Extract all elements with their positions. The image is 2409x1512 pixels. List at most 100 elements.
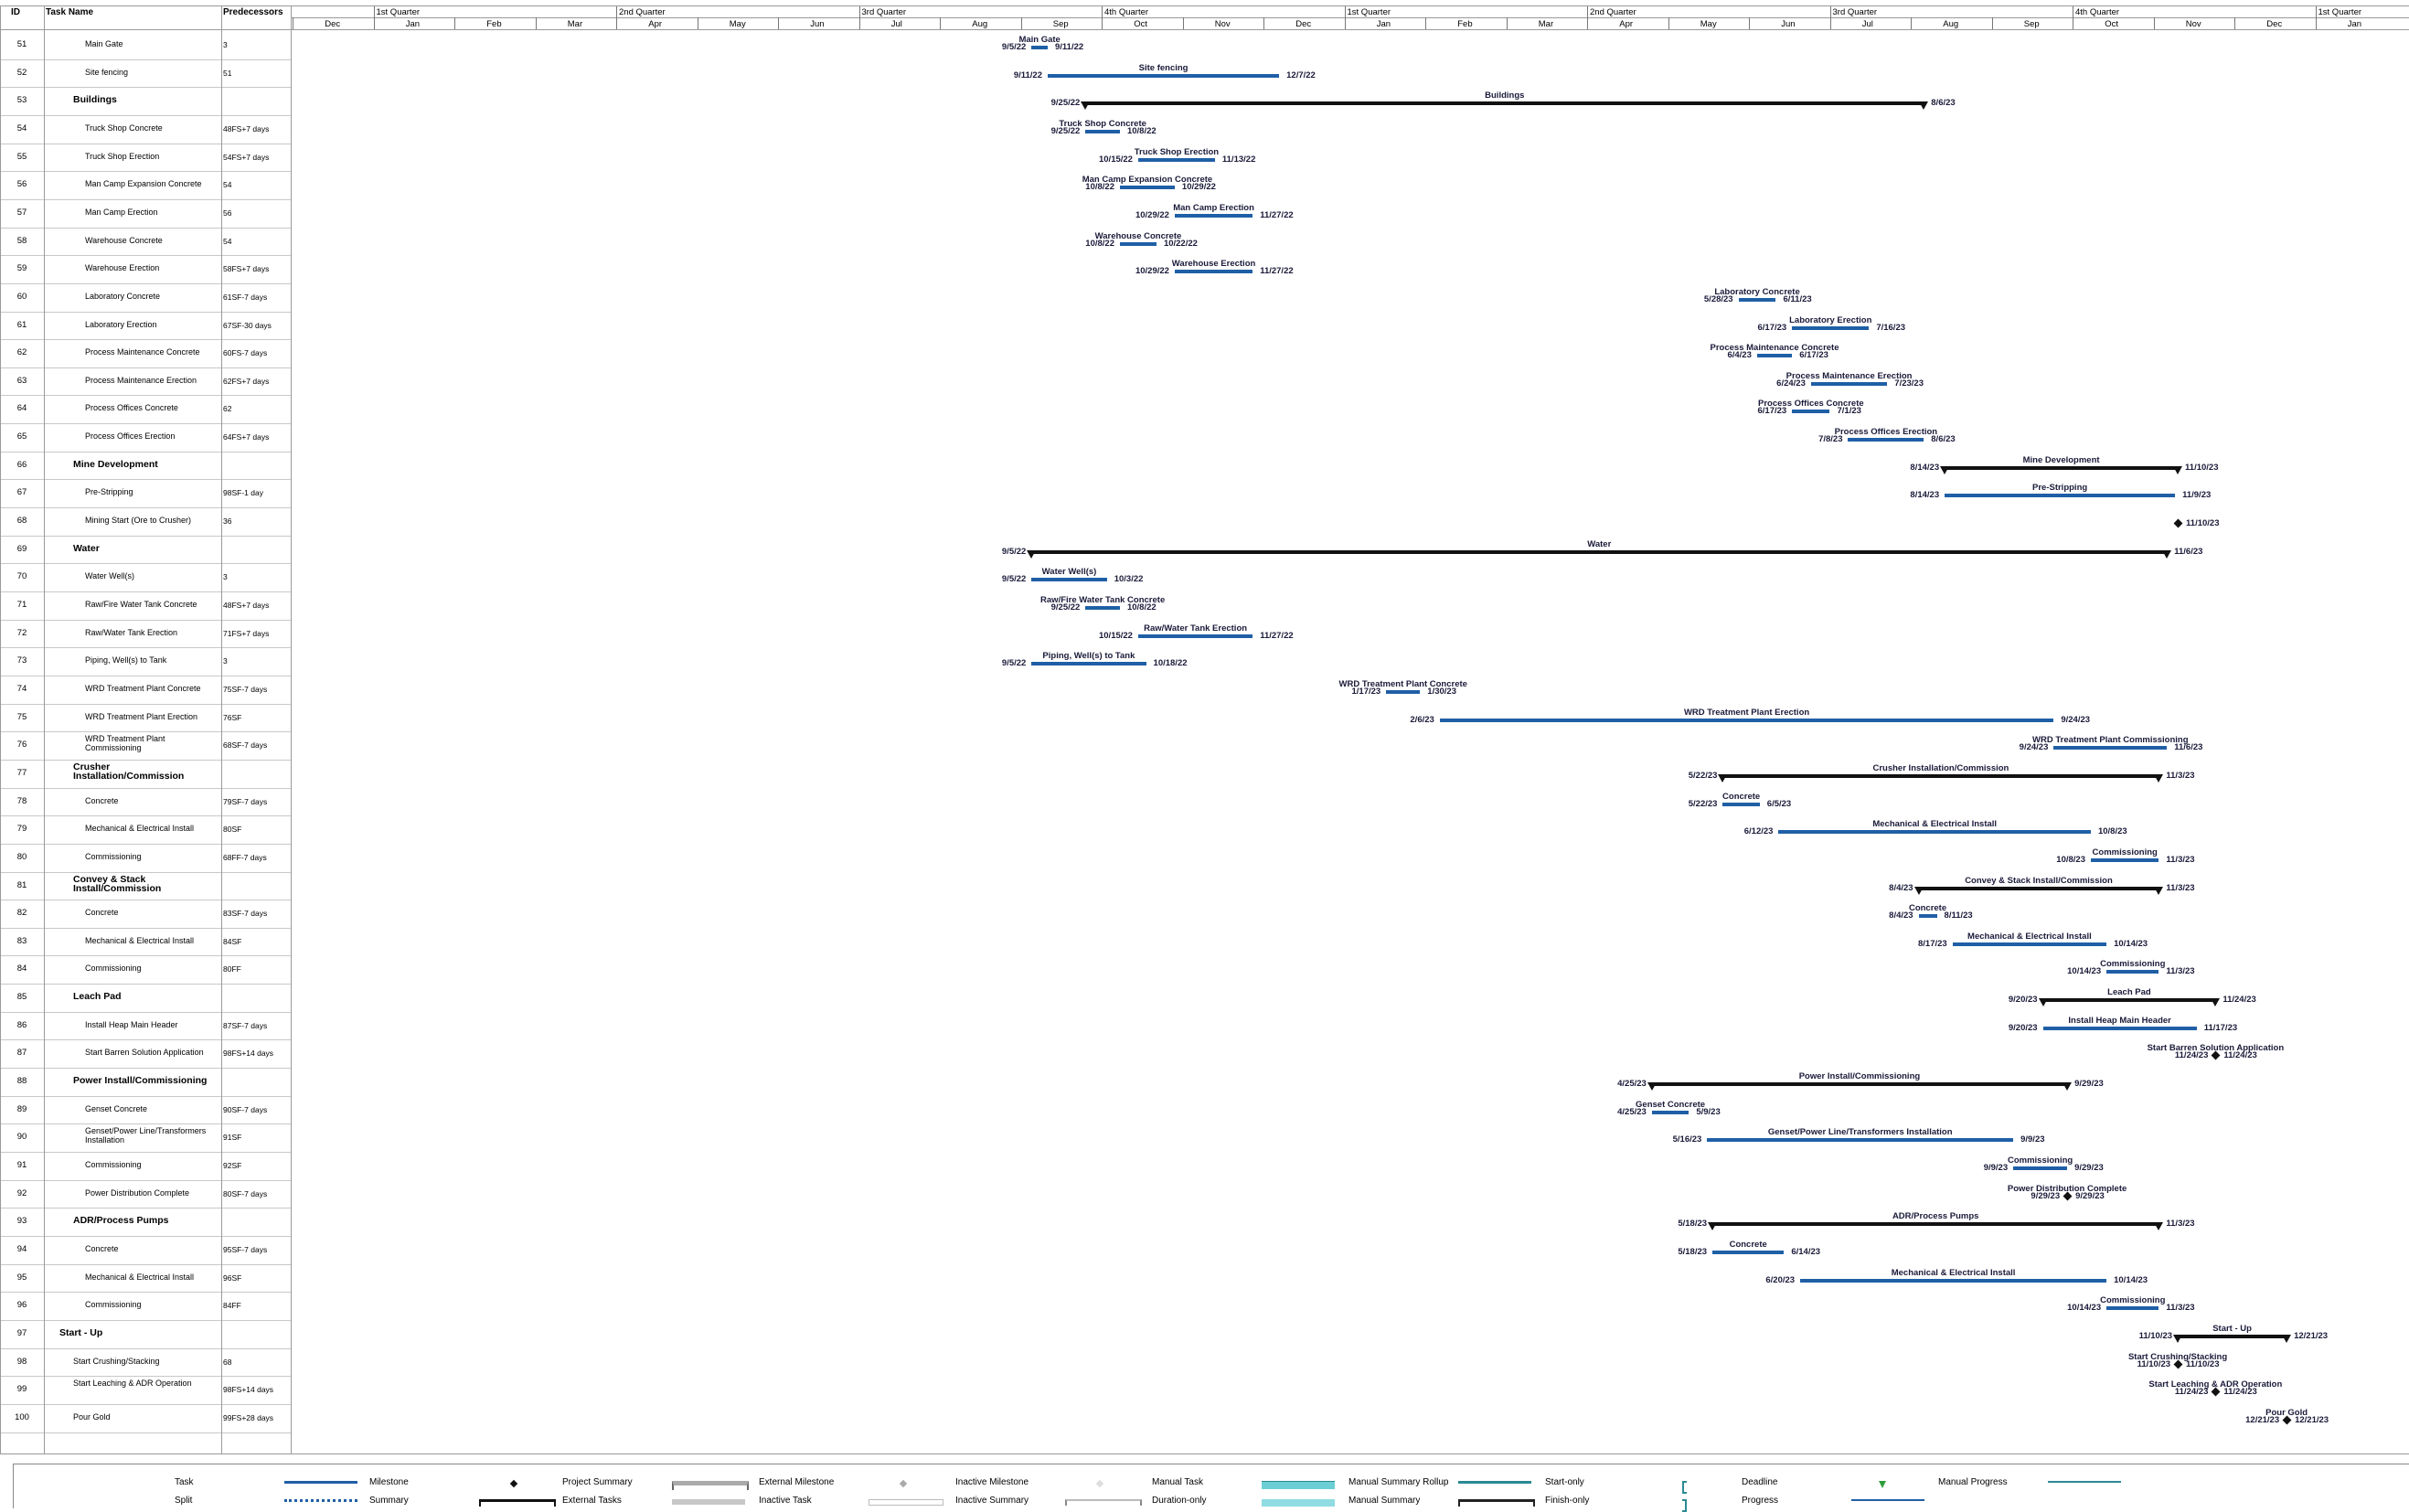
row-id[interactable]: 73 xyxy=(0,655,44,665)
task-bar[interactable] xyxy=(1651,1110,1689,1114)
task-name[interactable]: Convey & Stack Install/Commission xyxy=(73,874,206,893)
task-name[interactable]: Warehouse Concrete xyxy=(85,236,163,245)
task-bar[interactable] xyxy=(1945,494,2176,498)
task-bar[interactable] xyxy=(1119,186,1175,190)
task-name[interactable]: Genset/Power Line/Transformers Installat… xyxy=(85,1126,218,1145)
summary-bar[interactable] xyxy=(1708,1222,2164,1231)
col-header-id[interactable]: ID xyxy=(11,7,20,17)
task-name[interactable]: Laboratory Concrete xyxy=(85,292,160,301)
task-name[interactable]: Main Gate xyxy=(85,39,123,48)
task-bar[interactable] xyxy=(1386,689,1421,694)
task-predecessors[interactable]: 61SF-7 days xyxy=(223,293,267,302)
task-bar[interactable] xyxy=(1031,46,1048,49)
row-id[interactable]: 60 xyxy=(0,292,44,302)
task-predecessors[interactable]: 96SF xyxy=(223,1273,241,1283)
task-name[interactable]: Process Offices Concrete xyxy=(85,403,178,412)
task-bar[interactable] xyxy=(2090,857,2159,862)
milestone-marker[interactable] xyxy=(2173,518,2183,528)
task-predecessors[interactable]: 75SF-7 days xyxy=(223,685,267,694)
row-id[interactable]: 74 xyxy=(0,684,44,694)
task-name[interactable]: Man Camp Erection xyxy=(85,208,158,217)
task-bar[interactable] xyxy=(1031,578,1107,582)
row-id[interactable]: 89 xyxy=(0,1104,44,1114)
task-name[interactable]: Pour Gold xyxy=(73,1412,111,1421)
row-id[interactable]: 53 xyxy=(0,95,44,105)
summary-bar[interactable] xyxy=(1913,886,2164,895)
row-id[interactable]: 64 xyxy=(0,403,44,413)
row-id[interactable]: 92 xyxy=(0,1188,44,1198)
task-predecessors[interactable]: 92SF xyxy=(223,1161,241,1170)
task-predecessors[interactable]: 51 xyxy=(223,69,231,78)
task-bar[interactable] xyxy=(1778,830,2091,835)
row-id[interactable]: 97 xyxy=(0,1328,44,1338)
summary-bar[interactable] xyxy=(2038,998,2221,1007)
task-bar[interactable] xyxy=(2042,1026,2197,1030)
row-id[interactable]: 70 xyxy=(0,571,44,581)
row-id[interactable]: 88 xyxy=(0,1076,44,1086)
task-predecessors[interactable]: 98SF-1 day xyxy=(223,488,263,497)
task-predecessors[interactable]: 80SF xyxy=(223,825,241,834)
task-name[interactable]: Raw/Water Tank Erection xyxy=(85,628,177,637)
row-id[interactable]: 72 xyxy=(0,628,44,638)
task-predecessors[interactable]: 64FS+7 days xyxy=(223,432,269,442)
row-id[interactable]: 51 xyxy=(0,39,44,49)
task-name[interactable]: Commissioning xyxy=(85,1160,142,1169)
task-predecessors[interactable]: 98FS+14 days xyxy=(223,1385,273,1394)
task-bar[interactable] xyxy=(1085,606,1120,610)
row-id[interactable]: 84 xyxy=(0,964,44,974)
task-name[interactable]: Process Maintenance Erection xyxy=(85,376,197,385)
task-name[interactable]: WRD Treatment Plant Erection xyxy=(85,712,197,721)
task-name[interactable]: Commissioning xyxy=(85,1300,142,1309)
row-id[interactable]: 85 xyxy=(0,992,44,1002)
row-id[interactable]: 90 xyxy=(0,1132,44,1142)
task-name[interactable]: Pre-Stripping xyxy=(85,487,133,496)
row-id[interactable]: 80 xyxy=(0,852,44,862)
task-bar[interactable] xyxy=(1848,438,1924,442)
task-bar[interactable] xyxy=(2013,1166,2068,1170)
task-predecessors[interactable]: 60FS-7 days xyxy=(223,348,267,357)
row-id[interactable]: 82 xyxy=(0,908,44,918)
task-predecessors[interactable]: 79SF-7 days xyxy=(223,797,267,806)
task-bar[interactable] xyxy=(1031,662,1146,666)
task-name[interactable]: Start Leaching & ADR Operation xyxy=(73,1379,206,1388)
task-name[interactable]: Commissioning xyxy=(85,964,142,973)
task-name[interactable]: Genset Concrete xyxy=(85,1104,147,1113)
task-name[interactable]: Start Barren Solution Application xyxy=(85,1048,204,1057)
task-name[interactable]: Piping, Well(s) to Tank xyxy=(85,655,166,665)
task-name[interactable]: Mining Start (Ore to Crusher) xyxy=(85,516,191,525)
task-name[interactable]: Concrete xyxy=(85,796,119,805)
task-name[interactable]: Mine Development xyxy=(73,460,158,470)
task-predecessors[interactable]: 76SF xyxy=(223,713,241,722)
task-name[interactable]: Truck Shop Erection xyxy=(85,152,159,161)
task-predecessors[interactable]: 3 xyxy=(223,40,228,49)
row-id[interactable]: 87 xyxy=(0,1048,44,1058)
task-predecessors[interactable]: 91SF xyxy=(223,1133,241,1142)
col-header-task-name[interactable]: Task Name xyxy=(46,7,93,17)
task-predecessors[interactable]: 95SF-7 days xyxy=(223,1245,267,1254)
row-id[interactable]: 58 xyxy=(0,236,44,246)
task-predecessors[interactable]: 67SF-30 days xyxy=(223,321,272,330)
task-name[interactable]: Commissioning xyxy=(85,852,142,861)
task-predecessors[interactable]: 68FF-7 days xyxy=(223,853,267,862)
task-bar[interactable] xyxy=(1174,213,1253,218)
task-bar[interactable] xyxy=(1800,1278,2107,1283)
task-bar[interactable] xyxy=(1137,157,1215,162)
row-id[interactable]: 77 xyxy=(0,768,44,778)
task-name[interactable]: Water xyxy=(73,543,100,553)
summary-bar[interactable] xyxy=(1647,1082,2073,1091)
task-name[interactable]: ADR/Process Pumps xyxy=(73,1216,168,1226)
task-name[interactable]: Water Well(s) xyxy=(85,571,134,580)
row-id[interactable]: 94 xyxy=(0,1244,44,1254)
task-name[interactable]: Mechanical & Electrical Install xyxy=(85,1272,194,1282)
task-name[interactable]: Raw/Fire Water Tank Concrete xyxy=(85,600,197,609)
summary-bar[interactable] xyxy=(1940,465,2183,474)
row-id[interactable]: 67 xyxy=(0,487,44,497)
row-id[interactable]: 56 xyxy=(0,179,44,189)
task-bar[interactable] xyxy=(1174,270,1253,274)
task-bar[interactable] xyxy=(1048,73,1280,78)
row-id[interactable]: 69 xyxy=(0,544,44,554)
task-bar[interactable] xyxy=(1810,381,1888,386)
task-name[interactable]: Buildings xyxy=(73,95,117,105)
task-name[interactable]: Concrete xyxy=(85,908,119,917)
task-name[interactable]: Power Distribution Complete xyxy=(85,1188,189,1198)
